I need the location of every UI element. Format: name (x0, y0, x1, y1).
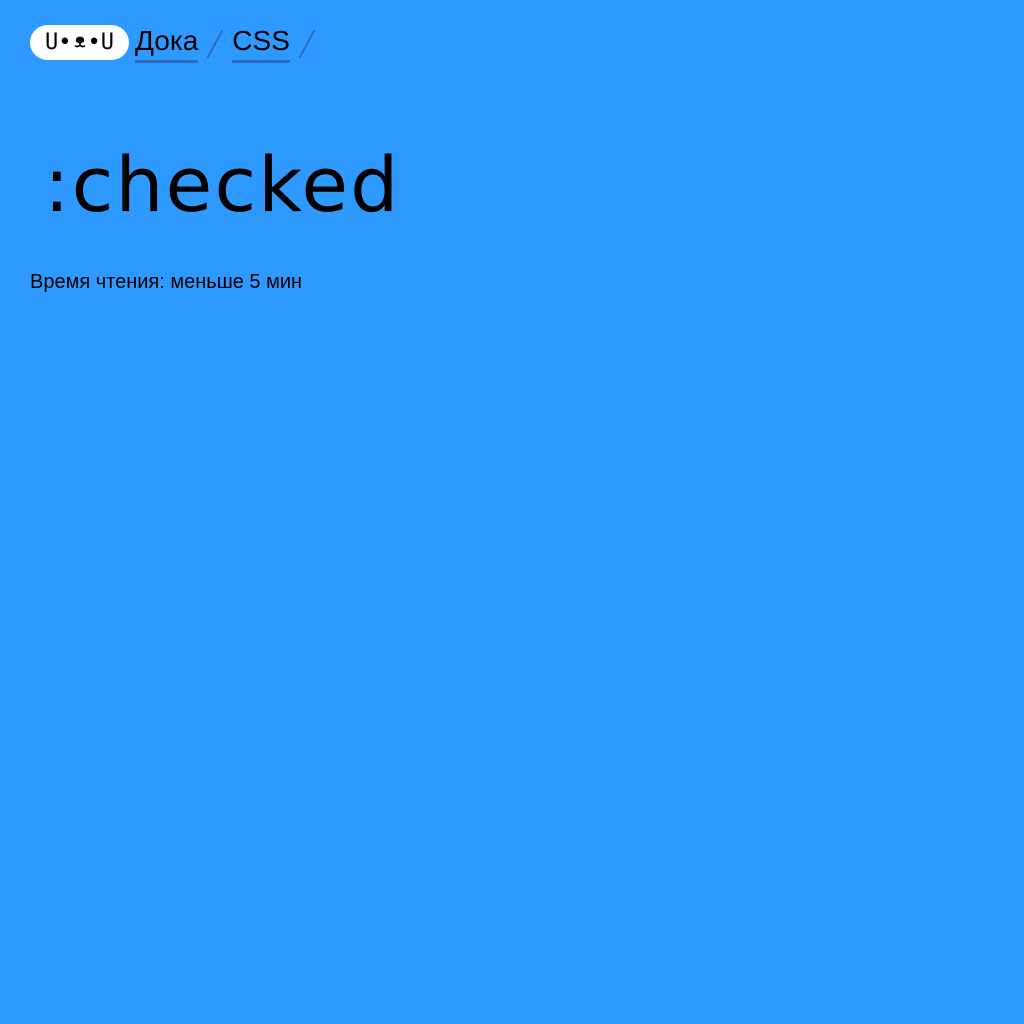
page: U• •U Дока CSS :checked Время чтения: мен… (0, 0, 1024, 1024)
breadcrumb-docs-link[interactable]: Дока (135, 25, 199, 63)
breadcrumb-css-link[interactable]: CSS (232, 25, 290, 63)
slash-separator-icon (296, 27, 318, 61)
header-breadcrumb: U• •U Дока CSS (30, 22, 324, 63)
slash-separator-icon (204, 27, 226, 61)
logo-right-text: •U (87, 29, 115, 55)
logo-left-text: U• (45, 29, 72, 55)
page-title: :checked (44, 140, 401, 229)
dog-nose-icon (73, 35, 87, 49)
logo-link[interactable]: U• •U (30, 24, 129, 60)
reading-time: Время чтения: меньше 5 мин (30, 271, 303, 293)
